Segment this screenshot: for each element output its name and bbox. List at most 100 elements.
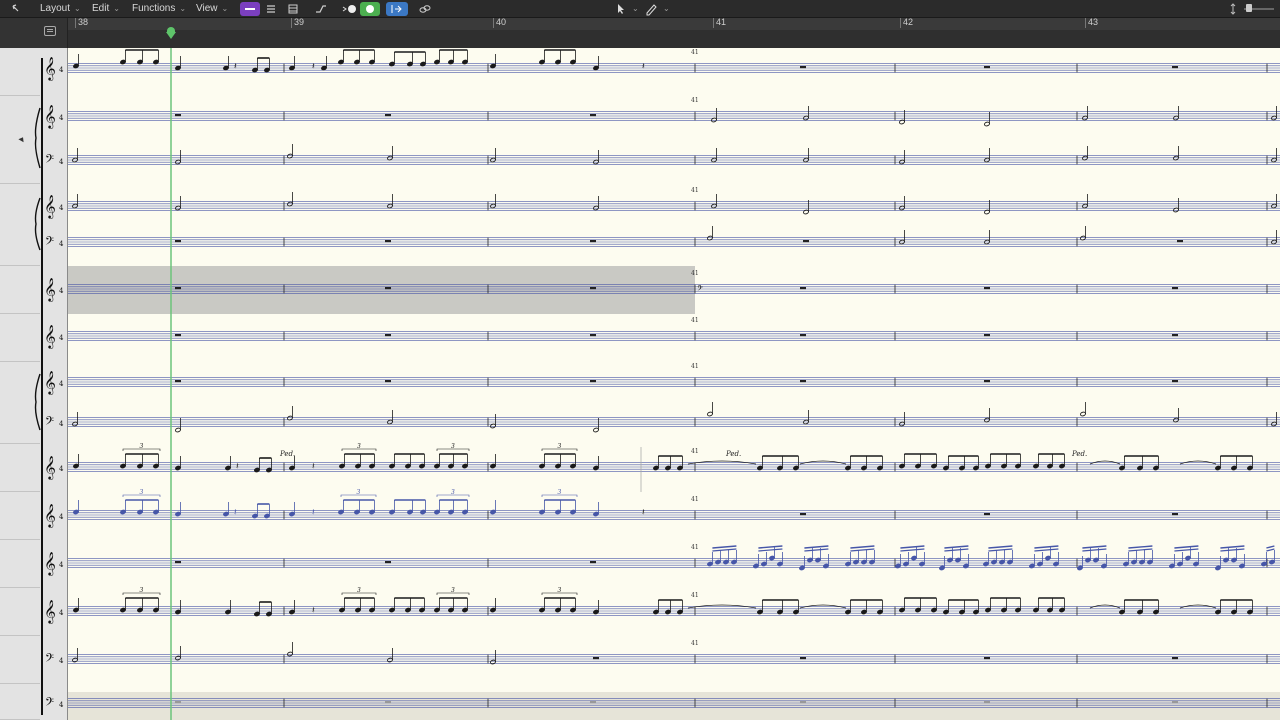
time-signature: 4 <box>59 334 64 342</box>
whole-rest <box>385 240 391 243</box>
treble-clef-icon: 𝄞 <box>44 370 56 395</box>
midi-in-icon[interactable] <box>338 2 360 16</box>
beam <box>988 545 1013 549</box>
beam <box>988 548 1013 552</box>
quarter-rest: 𝄽 <box>312 508 315 518</box>
ruler-corner <box>0 18 68 48</box>
time-signature: 4 <box>59 513 64 521</box>
menu-layout[interactable]: Layout ⌄ <box>40 0 81 18</box>
menu-edit[interactable]: Edit ⌄ <box>92 0 120 18</box>
beam <box>1220 548 1245 552</box>
whole-rest <box>590 114 596 117</box>
tuplet-number: 3 <box>357 443 361 450</box>
menu-view[interactable]: View ⌄ <box>196 0 228 18</box>
whole-rest <box>1172 334 1178 337</box>
tuplet-number: 3 <box>140 489 144 496</box>
beam <box>804 548 829 552</box>
tuplet-number: 3 <box>140 587 144 594</box>
bass-clef-icon: 𝄢 <box>45 153 54 169</box>
bar-ruler[interactable]: 38 39 40 41 42 43 <box>0 17 1280 48</box>
tuplet-number: 3 <box>451 443 455 450</box>
pedal-marking: Ped. <box>279 450 295 458</box>
whole-rest <box>590 701 596 704</box>
measure-number: 41 <box>691 544 699 551</box>
playhead-handle[interactable] <box>166 27 176 39</box>
chevron-down-icon: ⌄ <box>113 4 120 13</box>
whole-rest <box>175 240 181 243</box>
pencil-icon[interactable]: ⌄ <box>645 0 670 18</box>
selected-region <box>68 266 695 314</box>
piano-brace <box>34 107 41 169</box>
bar-tick <box>900 18 901 28</box>
measure-number: 41 <box>691 448 699 455</box>
bar-tick <box>1085 18 1086 28</box>
treble-clef-icon: 𝄞 <box>44 551 56 576</box>
menu-functions[interactable]: Functions ⌄ <box>132 0 186 18</box>
pedal-marking: Ped. <box>1071 450 1087 458</box>
whole-rest <box>800 66 806 69</box>
beam <box>1128 548 1153 552</box>
beam <box>1128 545 1153 549</box>
measure-number: 41 <box>691 317 699 324</box>
score-set-icon[interactable] <box>284 2 302 16</box>
bar-number: 38 <box>78 17 89 27</box>
bar-tick <box>493 18 494 28</box>
measure-number: 41 <box>691 97 699 104</box>
whole-rest <box>984 701 990 704</box>
zoom-slider[interactable] <box>1244 0 1274 18</box>
whole-rest <box>800 380 806 383</box>
whole-rest <box>590 380 596 383</box>
menu-label: Functions <box>132 3 176 14</box>
whole-rest <box>385 334 391 337</box>
whole-rest <box>175 561 181 564</box>
whole-rest <box>1172 287 1178 290</box>
merge-icon[interactable] <box>386 2 408 16</box>
score-canvas[interactable]: 𝄞 441𝄞 441𝄢 4𝄞 441𝄢 4𝄞 441𝄞 441𝄞 441𝄢 4𝄞 441𝄞 441𝄞 4… <box>0 48 1280 720</box>
whole-rest <box>1172 66 1178 69</box>
measure-number: 41 <box>691 270 699 277</box>
tuplet-number: 3 <box>558 489 562 496</box>
pointer-icon[interactable]: ⌄ <box>616 0 639 18</box>
tuplet-number: 3 <box>357 489 361 496</box>
time-signature: 4 <box>59 420 64 428</box>
zoom-slider-thumb[interactable] <box>1246 4 1252 12</box>
time-signature: 4 <box>59 66 64 74</box>
catch-playhead-icon[interactable] <box>44 26 56 36</box>
treble-clef-icon: 𝄞 <box>44 56 56 81</box>
quarter-rest: 𝄽 <box>234 62 237 72</box>
midi-out-icon[interactable] <box>360 2 380 16</box>
linear-view-icon[interactable] <box>240 2 260 16</box>
catch-icon[interactable] <box>312 2 330 16</box>
chevron-down-icon: ⌄ <box>632 4 639 13</box>
quarter-rest: 𝄽 <box>236 462 239 472</box>
page-view-icon[interactable] <box>262 2 280 16</box>
quarter-rest: 𝄽 <box>234 508 237 518</box>
whole-rest <box>1177 240 1183 243</box>
beam <box>758 548 783 552</box>
whole-rest <box>984 334 990 337</box>
whole-rest <box>590 287 596 290</box>
whole-rest <box>800 701 806 704</box>
treble-clef-icon: 𝄞 <box>44 324 56 349</box>
ruler-track[interactable] <box>68 30 1280 48</box>
time-signature: 4 <box>59 657 64 665</box>
time-signature: 4 <box>59 287 64 295</box>
bar-number: 43 <box>1088 17 1099 27</box>
whole-rest <box>385 380 391 383</box>
chevron-down-icon: ⌄ <box>221 4 229 13</box>
tuplet-number: 3 <box>451 587 455 594</box>
beam <box>1174 548 1199 552</box>
bass-clef-icon: 𝄢 <box>45 696 54 712</box>
vertical-zoom-icon[interactable] <box>1228 0 1238 18</box>
time-signature: 4 <box>59 561 64 569</box>
beam <box>1220 545 1245 549</box>
back-arrow-icon[interactable] <box>10 0 22 18</box>
treble-clef-icon: 𝄞 <box>44 104 56 129</box>
tuplet-number: 3 <box>357 587 361 594</box>
score-area[interactable]: 𝄞 4 41 𝄞 4 41 𝄢 4 𝄞 4 41 𝄢 4 𝄞 4 41 𝄞 4 41 𝄞 4 41 𝄢 4 𝄞 4 41 𝄞 4 41 𝄞 4… <box>0 48 1280 720</box>
link-icon[interactable] <box>416 2 434 16</box>
partial-region <box>68 692 1280 720</box>
beam <box>1034 548 1059 552</box>
quarter-rest: 𝄽 <box>312 606 315 616</box>
menu-label: Edit <box>92 3 110 14</box>
